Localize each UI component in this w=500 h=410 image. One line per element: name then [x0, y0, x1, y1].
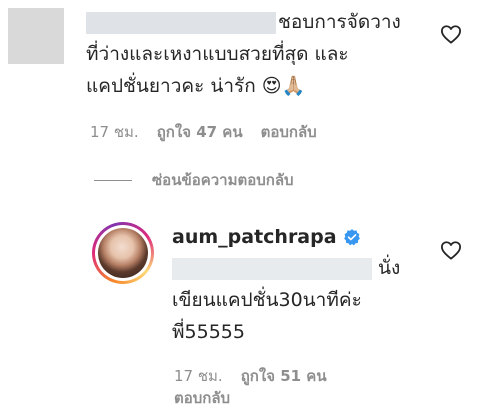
heart-icon[interactable]: [440, 24, 462, 44]
reply-username[interactable]: aum_patchrapa: [172, 226, 337, 248]
reply-meta: 17 ชม. ถูกใจ 51 คน: [174, 364, 327, 388]
verified-badge-icon: [343, 229, 360, 246]
hide-replies-line: [94, 179, 132, 181]
comment-meta: 17 ชม. ถูกใจ 47 คน ตอบกลับ: [90, 120, 317, 144]
heart-icon[interactable]: [440, 240, 462, 260]
reply-avatar[interactable]: [92, 222, 154, 284]
reply-likes[interactable]: ถูกใจ 51 คน: [241, 367, 327, 385]
reply-reply-button-wrap: ตอบกลับ: [174, 386, 230, 410]
hide-replies-button[interactable]: ซ่อนข้อความตอบกลับ: [94, 168, 294, 192]
reply-timestamp[interactable]: 17 ชม.: [174, 367, 223, 385]
comment-likes[interactable]: ถูกใจ 47 คน: [157, 123, 243, 141]
avatar-photo: [98, 228, 148, 278]
comment-text-line-1: ชอบการจัดวาง: [278, 11, 401, 33]
comment-text-line-3: แคปชั่นยาวคะ น่ารัก 😍🙏🏼: [86, 75, 306, 97]
reply-text-line-3: พี่55555: [172, 321, 245, 343]
comment-text-line-2: ที่ว่างและเหงาแบบสวยที่สุด และ: [86, 43, 349, 65]
comment-reply-button[interactable]: ตอบกลับ: [261, 123, 317, 141]
reply-reply-button[interactable]: ตอบกลับ: [174, 389, 230, 407]
reply-username-row: aum_patchrapa: [172, 226, 361, 248]
commenter-avatar[interactable]: [8, 8, 64, 64]
redacted-username: [86, 12, 276, 34]
reply-text-line-1: นั่ง: [378, 257, 401, 279]
reply-text-line-2: เขียนแคปชั่น30นาทีค่ะ: [172, 289, 362, 311]
redacted-mention: [172, 258, 372, 280]
comment-timestamp[interactable]: 17 ชม.: [90, 123, 139, 141]
hide-replies-label: ซ่อนข้อความตอบกลับ: [152, 171, 294, 189]
